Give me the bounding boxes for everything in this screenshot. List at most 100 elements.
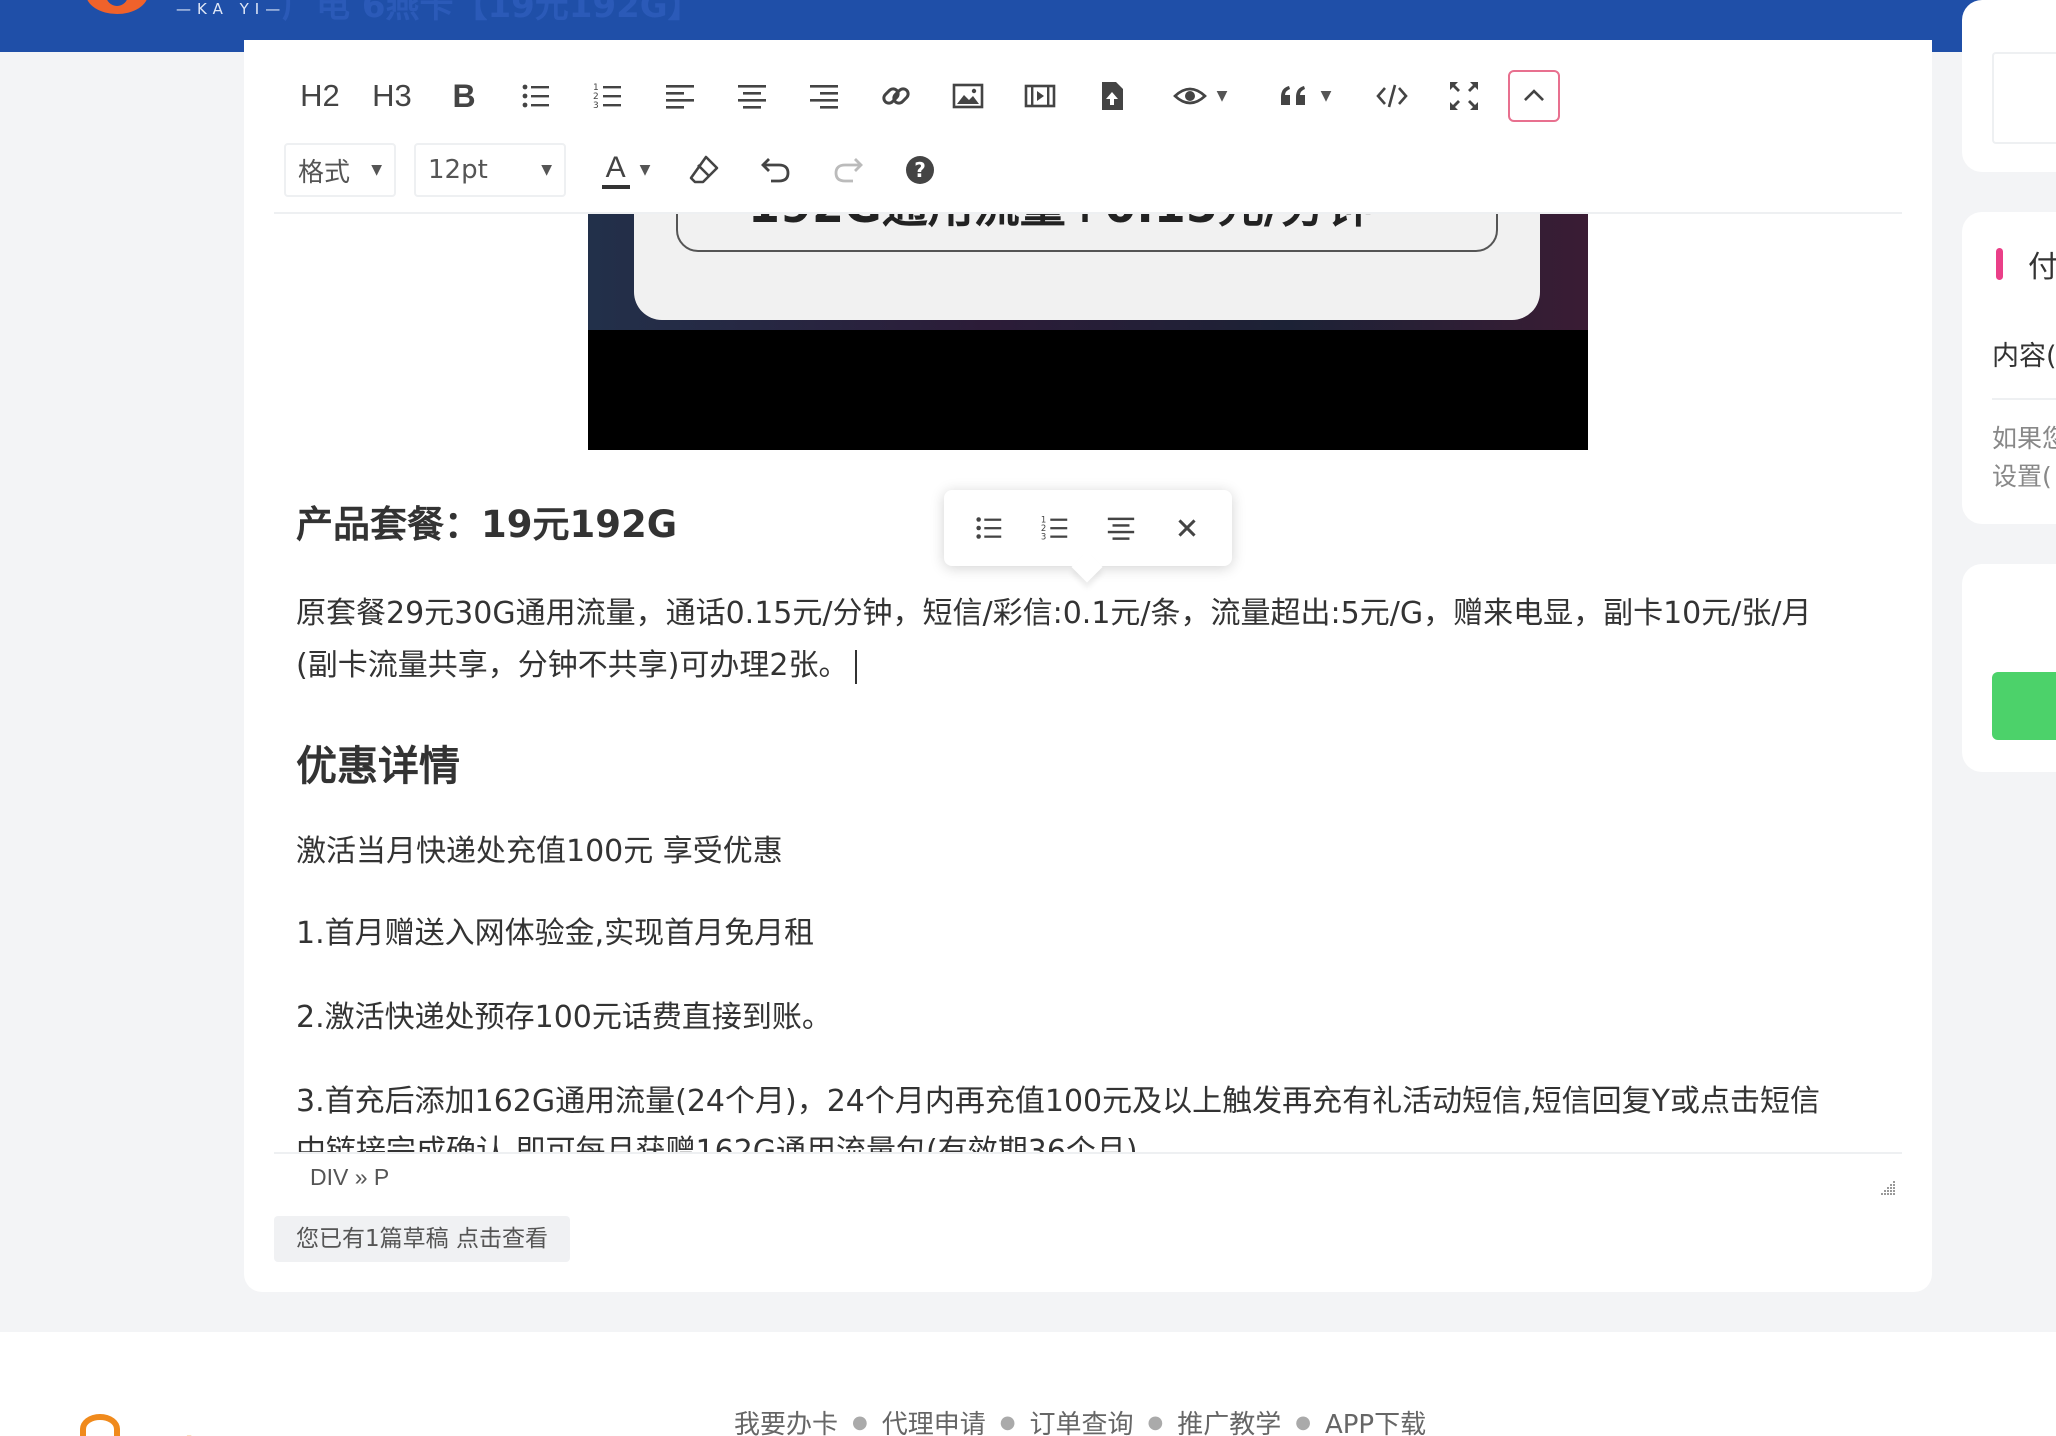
svg-text:3: 3 (1041, 531, 1046, 541)
footer-logo-icon[interactable] (80, 1414, 120, 1436)
editor-toolbar-row2: 格式 ▼ 12pt ▼ A ▼ ? (284, 142, 956, 198)
sidebar-section-title: 付 (2028, 250, 2056, 285)
footer-link-agent[interactable]: 代理申请 (882, 1404, 986, 1436)
blockquote-button[interactable]: ▼ (1252, 68, 1356, 124)
draft-notice-button[interactable]: 您已有1篇草稿 点击查看 (274, 1216, 570, 1262)
chevron-down-icon: ▼ (1320, 88, 1332, 104)
chevron-down-icon: ▼ (541, 162, 552, 178)
submit-button[interactable] (1992, 672, 2056, 740)
element-path[interactable]: DIV » P (310, 1164, 389, 1191)
format-select-value: 格式 (298, 157, 351, 188)
format-select[interactable]: 格式 ▼ (284, 143, 396, 197)
font-size-select[interactable]: 12pt ▼ (414, 143, 566, 197)
bullet-list-button[interactable] (500, 68, 572, 124)
insert-video-button[interactable] (1004, 68, 1076, 124)
svg-text:3: 3 (593, 101, 599, 111)
chevron-down-icon: ▼ (639, 162, 651, 178)
nav-separator: ● (1147, 1412, 1164, 1433)
close-icon (1178, 519, 1196, 537)
resize-handle-icon[interactable] (1878, 1178, 1896, 1196)
quote-icon (1280, 86, 1305, 105)
editor-content[interactable]: 192G通用流量+0.15元/分钟 产品套餐：19元192G 原套餐29元30G… (274, 214, 1902, 1152)
page-title: 广电 6燕卡【19元192G】 (282, 0, 702, 26)
site-logo-icon[interactable] (86, 0, 148, 14)
bullet-list-icon (976, 517, 1002, 539)
footer-link-order-query[interactable]: 订单查询 (1029, 1404, 1133, 1436)
fullscreen-button[interactable] (1428, 68, 1500, 124)
sidebar-hint: 如果您 设置( (1992, 420, 2056, 496)
promo-image[interactable]: 192G通用流量+0.15元/分钟 (588, 214, 1588, 450)
link-icon (882, 87, 910, 105)
section-accent-bar (1996, 248, 2003, 280)
align-left-icon (666, 85, 694, 109)
align-center-icon (1107, 517, 1135, 540)
description-paragraph: 原套餐29元30G通用流量，通话0.15元/分钟，短信/彩信:0.1元/条，流量… (296, 588, 1811, 692)
redo-button[interactable] (812, 142, 884, 198)
align-right-icon (810, 85, 838, 109)
nav-separator: ● (999, 1412, 1016, 1433)
sidebar-card-top (1962, 0, 2056, 172)
editor-toolbar-row1: H2 H3 B 123 ▼ ▼ (284, 68, 1560, 124)
undo-button[interactable] (740, 142, 812, 198)
chevron-down-icon: ▼ (1216, 88, 1228, 104)
text-cursor (854, 649, 857, 684)
sidebar-content-label: 内容( (1992, 341, 2056, 372)
bold-button[interactable]: B (428, 68, 500, 124)
footer-link-apply-card[interactable]: 我要办卡 (734, 1404, 838, 1436)
align-center-icon (738, 85, 766, 109)
footer-link-app-download[interactable]: APP下载 (1325, 1404, 1426, 1436)
heading2-button[interactable]: H2 (284, 68, 356, 124)
numbered-list-button[interactable]: 123 (572, 68, 644, 124)
detail-item-3-cont: 中链接完成确认,即可每月获赠162G通用流量包(有效期36个月) (296, 1134, 1138, 1152)
bullet-list-icon (522, 84, 549, 108)
align-right-button[interactable] (788, 68, 860, 124)
detail-item-1: 1.首月赠送入网体验金,实现首月免月租 (296, 916, 815, 951)
font-color-button[interactable]: A ▼ (584, 142, 668, 198)
upload-file-button[interactable] (1076, 68, 1148, 124)
help-button[interactable]: ? (884, 142, 956, 198)
source-code-button[interactable] (1356, 68, 1428, 124)
description-line1: 原套餐29元30G通用流量，通话0.15元/分钟，短信/彩信:0.1元/条，流量… (296, 596, 1812, 631)
align-center-button[interactable] (716, 68, 788, 124)
fullscreen-icon (1450, 82, 1478, 110)
eraser-icon (689, 155, 719, 184)
align-left-button[interactable] (644, 68, 716, 124)
numbered-list-icon: 123 (1041, 514, 1068, 541)
image-icon (952, 83, 984, 109)
float-align-center-button[interactable] (1097, 504, 1145, 552)
undo-icon (761, 158, 790, 183)
image-caption: 192G通用流量+0.15元/分钟 (748, 214, 1373, 236)
logo-subtitle: —KA YI— (176, 0, 287, 18)
footer-link-tutorial[interactable]: 推广教学 (1177, 1404, 1281, 1436)
link-button[interactable] (860, 68, 932, 124)
sidebar-card-settings: 付 内容( 如果您 设置( (1962, 212, 2056, 524)
description-line2-text: (副卡流量共享，分钟不共享)可办理2张。 (296, 648, 849, 683)
float-bullet-list-button[interactable] (965, 504, 1013, 552)
insert-image-button[interactable] (932, 68, 1004, 124)
footer-logo-text[interactable]: 卡易 (170, 1424, 250, 1436)
clear-format-button[interactable] (668, 142, 740, 198)
detail-paragraph: 激活当月快递处充值100元 享受优惠 (296, 834, 783, 869)
sidebar-divider (1992, 398, 2056, 400)
heading3-button[interactable]: H3 (356, 68, 428, 124)
nav-separator: ● (852, 1412, 868, 1433)
font-color-icon: A (601, 151, 630, 189)
help-icon: ? (906, 156, 934, 184)
file-upload-icon (1102, 82, 1123, 110)
redo-icon (834, 158, 863, 183)
detail-heading: 优惠详情 (296, 742, 460, 790)
numbered-list-icon: 123 (593, 83, 621, 111)
svg-text:?: ? (914, 158, 926, 182)
description-line2: (副卡流量共享，分钟不共享)可办理2张。 (296, 640, 1811, 692)
floating-toolbar: 123 (944, 490, 1232, 566)
image-pill: 192G通用流量+0.15元/分钟 (676, 214, 1498, 252)
float-numbered-list-button[interactable]: 123 (1031, 504, 1079, 552)
nav-separator: ● (1295, 1412, 1311, 1433)
collapse-toolbar-button[interactable] (1508, 70, 1560, 122)
font-size-value: 12pt (428, 155, 488, 185)
chevron-down-icon: ▼ (371, 162, 382, 178)
sidebar-input-box[interactable] (1992, 52, 2056, 144)
footer-nav: 我要办卡 ● 代理申请 ● 订单查询 ● 推广教学 ● APP下载 (734, 1404, 1426, 1436)
preview-button[interactable]: ▼ (1148, 68, 1252, 124)
float-close-button[interactable] (1163, 504, 1211, 552)
